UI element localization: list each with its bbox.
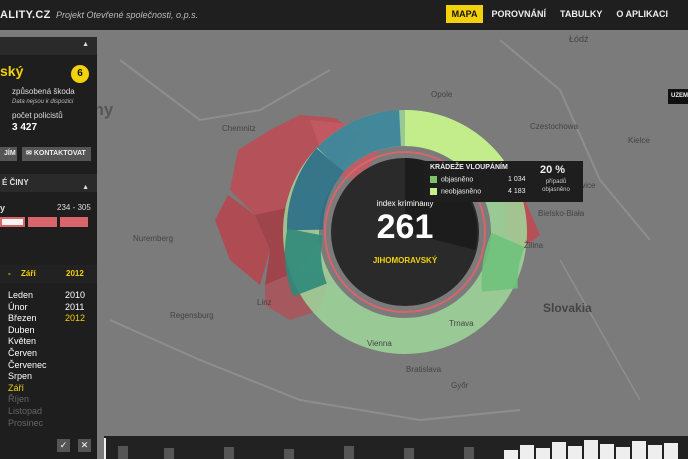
police-value: 3 427 — [12, 122, 38, 133]
brand-logo[interactable]: ALITY.CZ — [0, 9, 51, 21]
chevron-up-icon[interactable]: ▲ — [82, 179, 89, 197]
tooltip-title: KRÁDEŽE VLOUPÁNÍM — [430, 164, 508, 171]
sidebar: ▲ ský 6 způsobená škoda Data nejsou k di… — [0, 37, 97, 459]
map[interactable]: any Chemnitz Nuremberg Regensburg Łódź C… — [0, 0, 688, 459]
unsolved-row: neobjasněno — [430, 188, 481, 195]
contact-label: KONTAKTOVAT — [33, 150, 86, 157]
crime-tooltip: KRÁDEŽE VLOUPÁNÍM objasněno 1 034 neobja… — [424, 161, 583, 202]
timeline[interactable] — [104, 436, 688, 459]
map-label: Regensburg — [170, 311, 214, 320]
list-item[interactable]: Červen — [0, 348, 97, 360]
map-label: Vienna — [367, 339, 392, 348]
list-item[interactable]: Březen 2012 — [0, 313, 97, 325]
period-dash: - — [8, 269, 11, 278]
list-item[interactable]: Říjen — [0, 394, 97, 406]
contact-button[interactable]: ✉ KONTAKTOVAT — [22, 147, 91, 161]
check-icon[interactable]: ✓ — [57, 439, 70, 452]
crimes-header[interactable]: É ČINY ▲ — [0, 174, 97, 192]
map-label: Žilina — [524, 241, 544, 250]
nav-mapa[interactable]: MAPA — [445, 5, 484, 23]
territory-button[interactable]: UZEM — [668, 89, 688, 104]
solved-row: objasněno — [430, 176, 473, 183]
month-list: Leden 2010 Únor 2011 Březen 2012 Duben Květ… — [0, 290, 97, 429]
filter-range: 234 - 305 — [57, 203, 91, 212]
period-header[interactable]: - Září 2012 — [0, 265, 97, 283]
solved-swatch-icon — [430, 176, 437, 183]
map-label: Bielsko-Biała — [538, 209, 585, 218]
sidebar-header[interactable]: ▲ — [0, 37, 97, 55]
percent-note: případů — [545, 179, 567, 185]
map-label: Nuremberg — [133, 234, 173, 243]
index-value: 261 — [376, 208, 434, 246]
map-label: Slovakia — [543, 301, 592, 315]
top-bar: ALITY.CZ Projekt Otevřené společnosti, o… — [0, 0, 688, 30]
map-label: Bratislava — [406, 365, 442, 374]
list-item[interactable]: Prosinec — [0, 418, 97, 430]
damage-note: Data nejsou k dispozici — [12, 99, 74, 105]
map-label: Győr — [451, 381, 469, 390]
region-name: ský — [0, 63, 24, 79]
list-item[interactable]: Listopad — [0, 406, 97, 418]
rank-badge: 6 — [71, 65, 89, 83]
percent-value: 20 % — [540, 164, 566, 176]
map-label: Czestochowa — [530, 122, 579, 131]
filter-label: y — [0, 203, 6, 213]
percent-note: objasněno — [542, 187, 570, 193]
nav-o-aplikaci[interactable]: O APLIKACI — [610, 5, 674, 23]
map-label: Linz — [257, 298, 272, 307]
timeline-bars[interactable] — [104, 436, 688, 459]
map-label: Trnava — [449, 319, 474, 328]
list-item[interactable]: Červenec — [0, 360, 97, 372]
unsolved-swatch-icon — [430, 188, 437, 195]
police-label: počet policistů — [12, 111, 63, 120]
nav-porovnani[interactable]: POROVNÁNÍ — [485, 5, 552, 23]
solved-label: objasněno — [441, 176, 474, 184]
solved-value: 1 034 — [508, 176, 526, 183]
close-icon[interactable]: ✕ — [78, 439, 91, 452]
chevron-up-icon[interactable]: ▲ — [82, 41, 89, 48]
unsolved-value: 4 183 — [508, 188, 526, 195]
range-bar — [60, 217, 88, 227]
map-label: Opole — [431, 90, 453, 99]
share-button[interactable]: JÍM — [0, 147, 17, 161]
period-month: Září — [21, 269, 36, 278]
main-nav: MAPA POROVNÁNÍ TABULKY O APLIKACI — [445, 5, 688, 23]
range-slider-handle[interactable] — [0, 217, 25, 227]
tagline: Projekt Otevřené společnosti, o.p.s. — [56, 10, 199, 20]
list-item[interactable]: Září — [0, 383, 97, 395]
region-label: JIHOMORAVSKÝ — [372, 256, 438, 265]
map-label: Kielce — [628, 136, 650, 145]
list-item[interactable]: Květen — [0, 336, 97, 348]
period-year: 2012 — [66, 269, 84, 278]
crimes-header-label: É ČINY — [2, 178, 29, 187]
nav-overflow[interactable] — [676, 5, 688, 23]
map-label: Chemnitz — [222, 124, 256, 133]
list-item[interactable]: Duben — [0, 325, 97, 337]
nav-tabulky[interactable]: TABULKY — [554, 5, 608, 23]
damage-label: způsobená škoda — [12, 87, 75, 96]
map-label: Łódź — [569, 34, 589, 44]
list-item[interactable]: Leden 2010 — [0, 290, 97, 302]
range-bar — [28, 217, 57, 227]
unsolved-label: neobjasněno — [441, 188, 482, 196]
list-item[interactable]: Únor 2011 — [0, 302, 97, 314]
list-item[interactable]: Srpen — [0, 371, 97, 383]
app: any Chemnitz Nuremberg Regensburg Łódź C… — [0, 0, 688, 459]
